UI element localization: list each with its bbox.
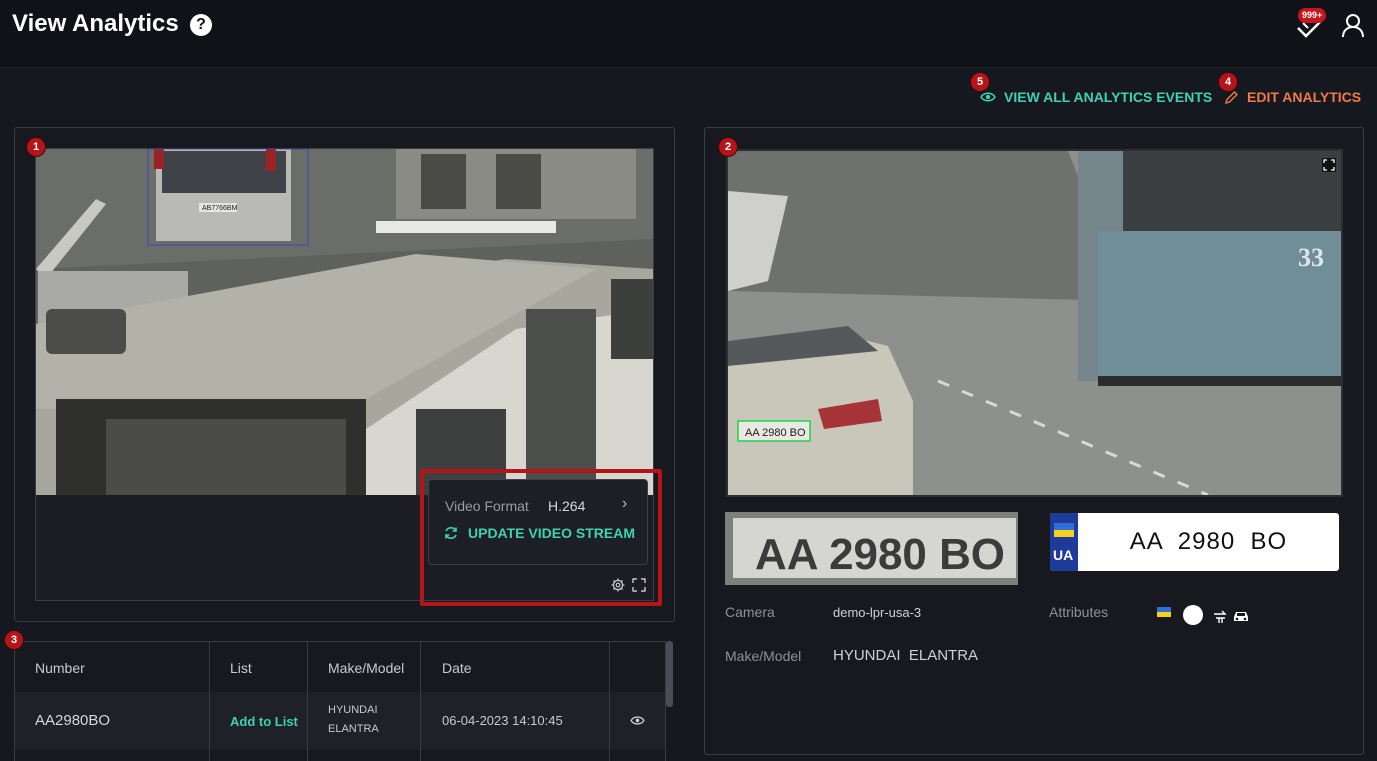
gear-icon[interactable] [611, 578, 625, 592]
live-camera-feed: AB7766BM [36, 149, 653, 495]
column-divider [609, 642, 610, 761]
marker-3: 3 [5, 631, 23, 649]
marker-1: 1 [27, 138, 45, 156]
row-model: ELANTRA [328, 723, 379, 735]
marker-5: 5 [971, 73, 989, 91]
crop-plate-text: AA 2980 BO [755, 530, 1005, 579]
car-icon [1234, 612, 1248, 621]
highlight-box [420, 469, 662, 606]
table-scrollbar[interactable] [666, 641, 673, 707]
edit-analytics-label: EDIT ANALYTICS [1247, 89, 1362, 105]
camera-label: Camera [725, 604, 775, 620]
column-header-number[interactable]: Number [35, 660, 85, 676]
plate-country-code: UA [1053, 547, 1074, 563]
column-divider [420, 642, 421, 761]
eye-icon [980, 92, 996, 102]
row-date: 06-04-2023 14:10:45 [442, 713, 563, 728]
eye-icon[interactable] [630, 715, 645, 726]
expand-icon[interactable] [1322, 158, 1336, 172]
marker-2: 2 [719, 138, 737, 156]
lpr-scene: 33 AA 2980 BO [728, 151, 1341, 495]
pencil-icon [1224, 90, 1238, 104]
view-all-analytics-events-link[interactable]: VIEW ALL ANALYTICS EVENTS [980, 89, 1212, 105]
plate-crop-image: AA 2980 BO [725, 512, 1018, 585]
table-row[interactable]: AA2980BO Add to List HYUNDAI ELANTRA 06-… [15, 692, 665, 750]
column-divider [209, 642, 210, 761]
make-model-label: Make/Model [725, 648, 802, 664]
top-bar: View Analytics ? 999+ [0, 0, 1377, 68]
marker-4: 4 [1219, 73, 1237, 91]
plate-country-strip: UA [1050, 513, 1078, 571]
notification-badge: 999+ [1298, 8, 1327, 23]
scene-bus-number: 33 [1298, 243, 1324, 272]
flag-ukraine-icon [1157, 607, 1171, 617]
attributes-label: Attributes [1049, 604, 1109, 620]
view-all-label: VIEW ALL ANALYTICS EVENTS [1004, 89, 1213, 105]
plate-number: AA 2980 BO [1129, 528, 1288, 555]
row-make: HYUNDAI [328, 704, 378, 716]
lpr-detail-panel: 33 AA 2980 BO AA 2980 BO UA AA 2980 BO C… [704, 127, 1364, 755]
flag-ukraine-icon [1054, 523, 1074, 537]
expand-icon[interactable] [632, 578, 646, 592]
plate-number-card: UA AA 2980 BO [1050, 513, 1339, 571]
column-header-make-model[interactable]: Make/Model [328, 660, 404, 676]
page-title: View Analytics [12, 10, 179, 37]
notifications-button[interactable]: 999+ [1294, 8, 1328, 40]
direction-icon [1214, 610, 1227, 623]
plate-results-table: Number List Make/Model Date AA2980BO Add… [14, 641, 666, 761]
column-divider [307, 642, 308, 761]
add-to-list-link[interactable]: Add to List [230, 714, 298, 729]
scene-plate-text: AA 2980 BO [745, 427, 806, 439]
user-icon[interactable] [1340, 12, 1366, 38]
edit-analytics-link[interactable]: EDIT ANALYTICS [1224, 89, 1361, 105]
color-white-swatch-icon [1183, 605, 1203, 625]
help-icon[interactable]: ? [190, 14, 212, 36]
scene-plate-text: AB7766BM [202, 205, 238, 212]
make-model-value: HYUNDAI ELANTRA [833, 647, 979, 664]
lpr-event-image[interactable]: 33 AA 2980 BO [726, 149, 1343, 497]
row-plate-number: AA2980BO [35, 712, 111, 729]
camera-value: demo-lpr-usa-3 [833, 605, 922, 620]
column-header-list[interactable]: List [230, 660, 252, 676]
column-header-date[interactable]: Date [442, 660, 472, 676]
